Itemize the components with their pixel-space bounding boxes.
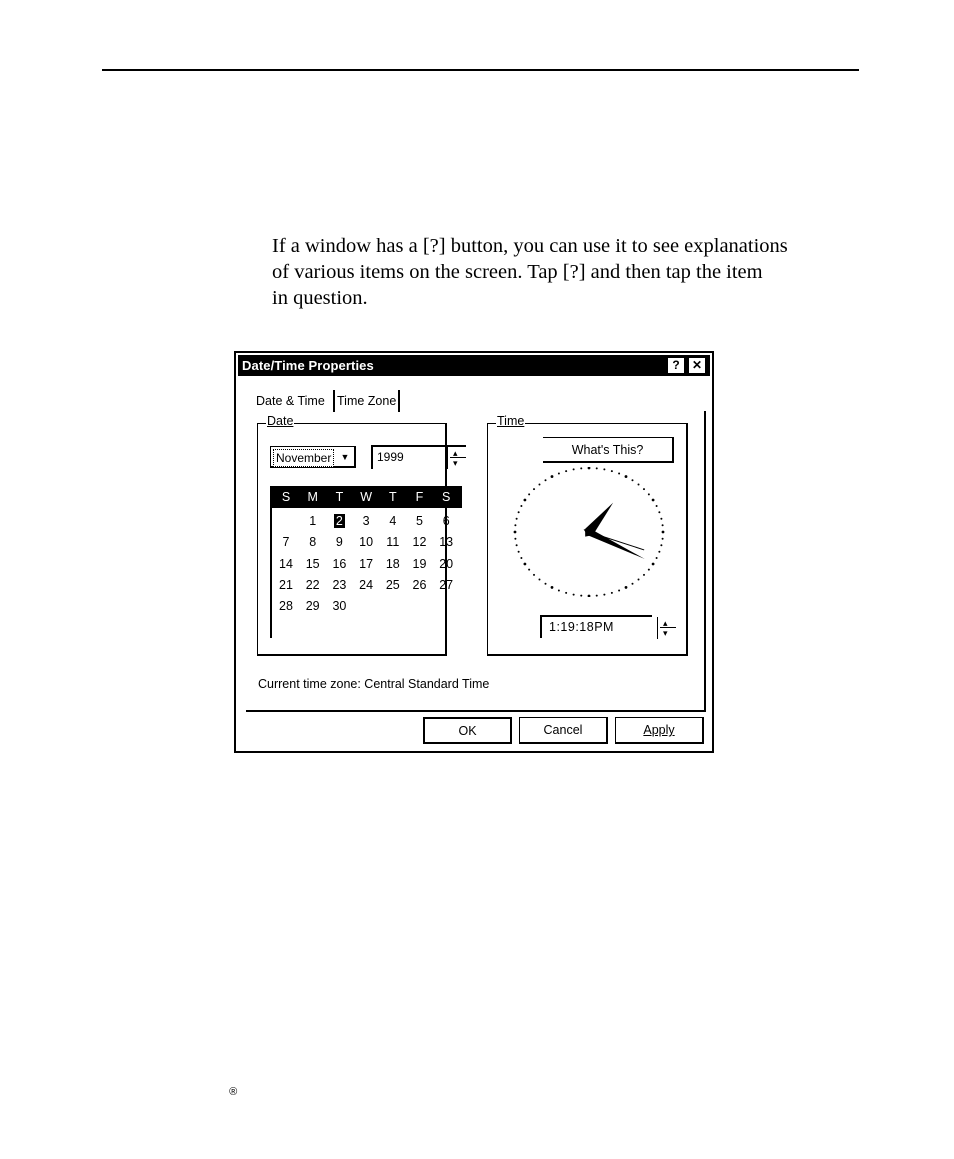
time-group: Time What's This? 1:19:18PM ▴ ▾ <box>487 414 688 656</box>
close-button[interactable]: ✕ <box>689 358 705 373</box>
weekday-header: SMTWTFS <box>272 486 462 508</box>
weekday-label: S <box>442 490 451 504</box>
calendar-day[interactable]: 7 <box>273 534 299 551</box>
calendar-day[interactable]: 27 <box>433 577 459 594</box>
weekday-label: S <box>281 490 291 504</box>
calendar-day[interactable]: 19 <box>407 556 433 573</box>
calendar-day[interactable]: 20 <box>433 556 459 573</box>
intro-line: of various items on the screen. Tap [?] … <box>272 261 763 283</box>
weekday-label: T <box>335 490 344 504</box>
weekday-label: F <box>415 490 424 504</box>
calendar-day[interactable]: 12 <box>407 534 433 551</box>
month-value: November <box>273 449 335 467</box>
calendar-day[interactable]: 13 <box>433 534 459 551</box>
current-time-zone-text: Current time zone: Central Standard Time <box>258 677 490 691</box>
date-group: Date November ▼ 1999 ▴ ▾ SMTWTFS 1234567… <box>257 414 466 656</box>
weekday-label: W <box>360 490 372 504</box>
analog-clock-icon <box>513 467 665 597</box>
calendar-day[interactable]: 23 <box>326 577 352 594</box>
dialog-title: Date/Time Properties <box>242 358 374 373</box>
calendar-day[interactable]: 10 <box>353 534 379 551</box>
registered-mark: ® <box>229 1086 238 1098</box>
calendar-day[interactable]: 25 <box>380 577 406 594</box>
calendar-day[interactable]: 30 <box>326 598 352 615</box>
chevron-down-icon[interactable]: ▼ <box>337 449 353 465</box>
calendar-day[interactable]: 4 <box>380 513 406 530</box>
spin-down-icon[interactable]: ▾ <box>453 459 458 468</box>
calendar-day-selected[interactable]: 2 <box>326 513 352 530</box>
date-group-label: Date <box>266 414 295 428</box>
date-time-properties-dialog: Date/Time Properties ? ✕ Date & Time Tim… <box>234 351 714 753</box>
help-button[interactable]: ? <box>668 358 684 373</box>
calendar-day[interactable]: 15 <box>300 556 326 573</box>
whats-this-button[interactable]: What's This? <box>543 437 674 463</box>
cancel-button[interactable]: Cancel <box>519 717 608 744</box>
ok-button[interactable]: OK <box>423 717 512 744</box>
calendar-day[interactable]: 24 <box>353 577 379 594</box>
tab-panel: Date November ▼ 1999 ▴ ▾ SMTWTFS 1234567… <box>246 411 706 712</box>
title-bar: Date/Time Properties ? ✕ <box>238 355 710 376</box>
apply-button[interactable]: Apply <box>615 717 704 744</box>
calendar-day[interactable]: 1 <box>300 513 326 530</box>
year-value: 1999 <box>377 450 404 464</box>
calendar-day[interactable]: 17 <box>353 556 379 573</box>
calendar-day[interactable]: 18 <box>380 556 406 573</box>
calendar-day[interactable]: 28 <box>273 598 299 615</box>
calendar-day[interactable]: 26 <box>407 577 433 594</box>
year-stepper[interactable]: 1999 ▴ ▾ <box>371 445 466 469</box>
top-rule <box>102 69 859 71</box>
intro-line: in question. <box>272 287 368 309</box>
weekday-label: T <box>388 490 397 504</box>
calendar-day[interactable]: 16 <box>326 556 352 573</box>
time-group-label: Time <box>496 414 526 428</box>
weekday-label: M <box>307 490 318 504</box>
month-calendar: SMTWTFS 1 2 3 4 5 6 7 8 9 10 11 12 13 14 15 16 17 18 19 20 2… <box>270 486 462 638</box>
calendar-day[interactable]: 29 <box>300 598 326 615</box>
time-stepper[interactable]: 1:19:18PM ▴ ▾ <box>540 615 676 639</box>
calendar-day[interactable]: 22 <box>300 577 326 594</box>
calendar-day[interactable]: 8 <box>300 534 326 551</box>
calendar-day[interactable]: 5 <box>407 513 433 530</box>
spin-down-icon[interactable]: ▾ <box>663 629 668 638</box>
time-spin-buttons[interactable]: ▴ ▾ <box>657 617 676 639</box>
tab-date-time[interactable]: Date & Time <box>256 392 325 412</box>
time-value: 1:19:18PM <box>549 620 614 634</box>
month-select[interactable]: November ▼ <box>270 446 356 468</box>
tab-time-zone[interactable]: Time Zone <box>333 390 401 412</box>
calendar-day[interactable]: 14 <box>273 556 299 573</box>
calendar-day[interactable]: 21 <box>273 577 299 594</box>
calendar-day[interactable]: 9 <box>326 534 352 551</box>
intro-paragraph: If a window has a [?] button, you can us… <box>272 233 892 311</box>
year-spin-buttons[interactable]: ▴ ▾ <box>447 447 466 469</box>
calendar-day[interactable]: 3 <box>353 513 379 530</box>
calendar-day[interactable]: 11 <box>380 534 406 551</box>
calendar-day[interactable]: 6 <box>433 513 459 530</box>
intro-line: If a window has a [?] button, you can us… <box>272 235 788 257</box>
